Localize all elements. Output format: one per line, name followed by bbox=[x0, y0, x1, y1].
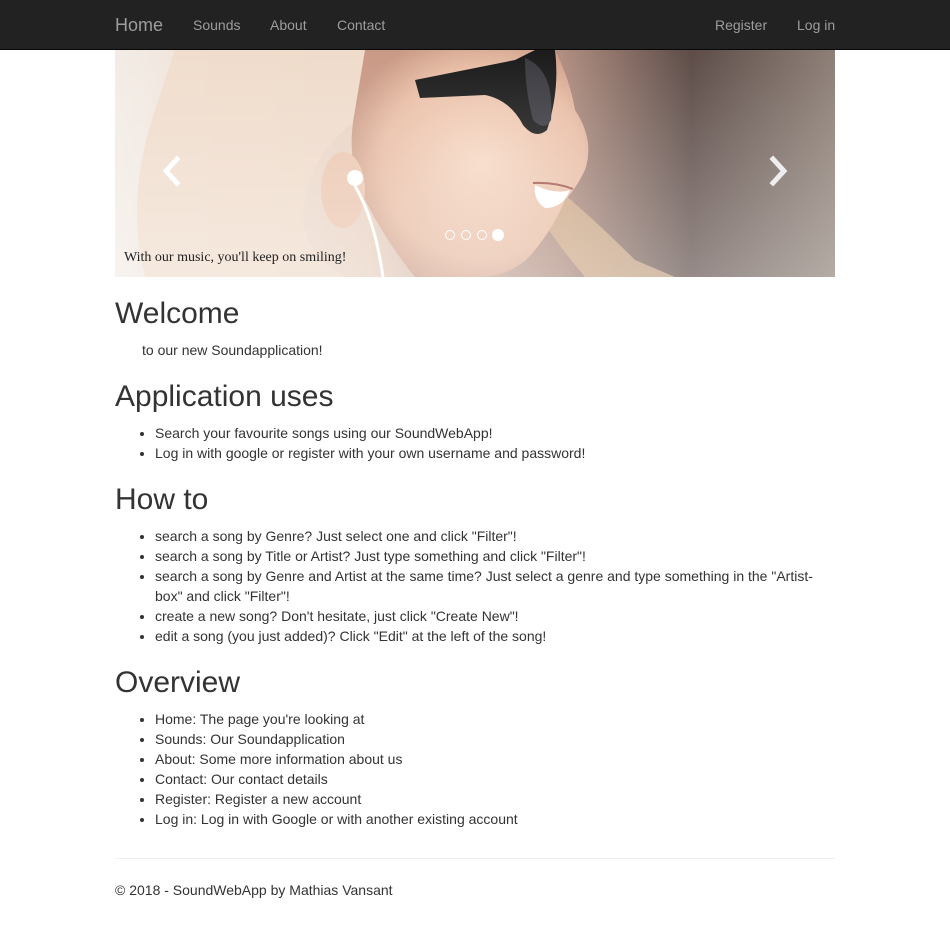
list-item: Sounds: Our Soundapplication bbox=[155, 729, 835, 749]
carousel-indicator-1[interactable] bbox=[445, 230, 455, 240]
nav-brand-home[interactable]: Home bbox=[115, 0, 163, 50]
list-item: edit a song (you just added)? Click "Edi… bbox=[155, 626, 835, 646]
list-item: Log in: Log in with Google or with anoth… bbox=[155, 809, 835, 829]
list-item: About: Some more information about us bbox=[155, 749, 835, 769]
overview-heading: Overview bbox=[115, 666, 241, 699]
carousel: With our music, you'll keep on smiling! bbox=[115, 50, 835, 277]
howto-list: search a song by Genre? Just select one … bbox=[115, 526, 835, 646]
list-item: Search your favourite songs using our So… bbox=[155, 423, 835, 443]
uses-heading: Application uses bbox=[115, 380, 334, 413]
footer-copyright: © 2018 - SoundWebApp by Mathias Vansant bbox=[115, 882, 393, 898]
nav-link-contact[interactable]: Contact bbox=[337, 0, 385, 50]
list-item: search a song by Title or Artist? Just t… bbox=[155, 546, 835, 566]
footer-divider bbox=[115, 858, 835, 859]
list-item: create a new song? Don't hesitate, just … bbox=[155, 606, 835, 626]
nav-link-register[interactable]: Register bbox=[715, 0, 767, 50]
list-item: Register: Register a new account bbox=[155, 789, 835, 809]
chevron-right-icon bbox=[769, 155, 788, 187]
nav-link-sounds[interactable]: Sounds bbox=[193, 0, 240, 50]
list-item: search a song by Genre? Just select one … bbox=[155, 526, 835, 546]
nav-link-login[interactable]: Log in bbox=[797, 0, 835, 50]
list-item: Contact: Our contact details bbox=[155, 769, 835, 789]
carousel-prev-button[interactable] bbox=[157, 153, 187, 189]
list-item: search a song by Genre and Artist at the… bbox=[155, 566, 835, 606]
carousel-next-button[interactable] bbox=[763, 153, 793, 189]
nav-link-about[interactable]: About bbox=[270, 0, 307, 50]
uses-list: Search your favourite songs using our So… bbox=[115, 423, 835, 463]
carousel-indicator-4[interactable] bbox=[492, 229, 504, 241]
carousel-indicator-3[interactable] bbox=[477, 230, 487, 240]
carousel-slide-image bbox=[115, 50, 835, 277]
welcome-text: to our new Soundapplication! bbox=[142, 342, 323, 358]
welcome-heading: Welcome bbox=[115, 297, 240, 330]
list-item: Log in with google or register with your… bbox=[155, 443, 835, 463]
carousel-caption: With our music, you'll keep on smiling! bbox=[124, 250, 347, 265]
overview-list: Home: The page you're looking at Sounds:… bbox=[115, 709, 835, 829]
navbar: Home Sounds About Contact Register Log i… bbox=[0, 0, 950, 50]
carousel-indicator-2[interactable] bbox=[461, 230, 471, 240]
howto-heading: How to bbox=[115, 483, 209, 516]
list-item: Home: The page you're looking at bbox=[155, 709, 835, 729]
chevron-left-icon bbox=[162, 155, 181, 187]
